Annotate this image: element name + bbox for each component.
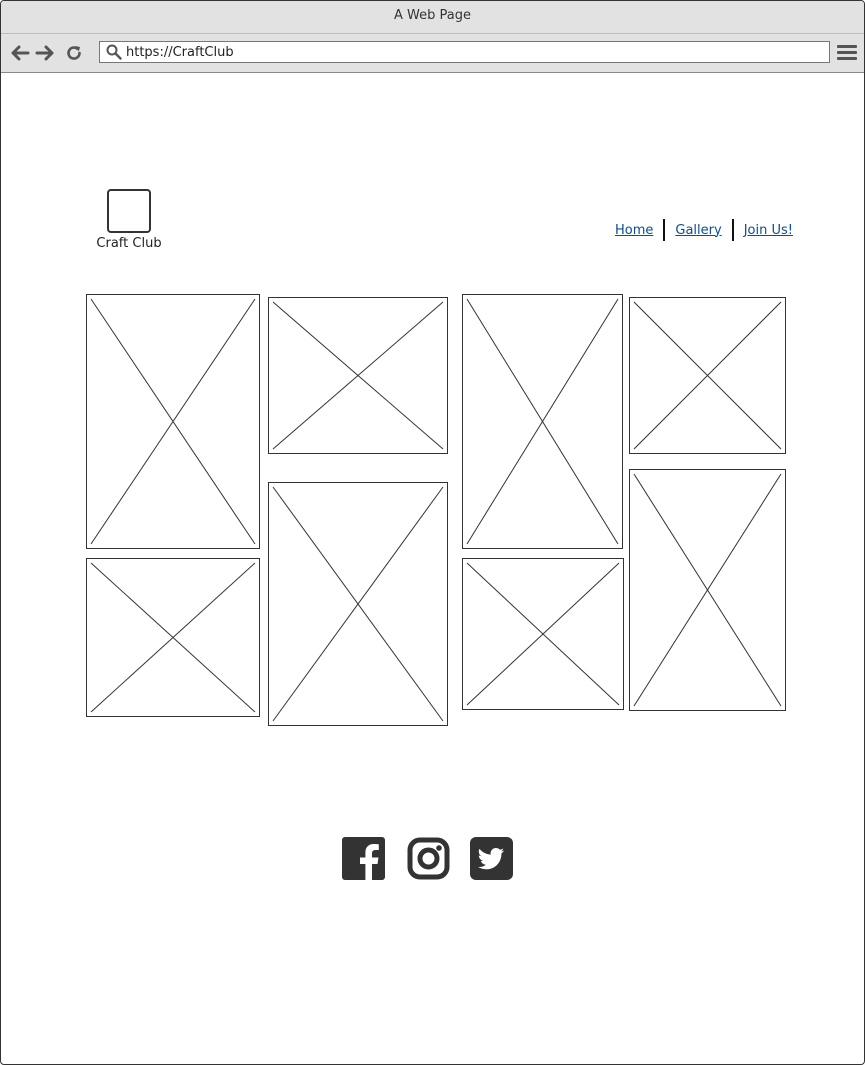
nav-home-link[interactable]: Home (613, 223, 655, 238)
gallery-image[interactable] (268, 482, 448, 726)
gallery-image[interactable] (629, 469, 786, 711)
back-button[interactable] (9, 43, 31, 63)
browser-toolbar: https://CraftClub (1, 34, 864, 73)
reload-icon (67, 46, 81, 60)
logo-placeholder[interactable] (107, 189, 151, 233)
nav-gallery-link[interactable]: Gallery (673, 223, 723, 238)
reload-button[interactable] (63, 43, 85, 63)
facebook-icon[interactable] (342, 837, 385, 880)
nav-divider (663, 219, 666, 241)
brand-name: Craft Club (96, 236, 162, 251)
nav-join-link[interactable]: Join Us! (742, 223, 795, 238)
main-nav: Home Gallery Join Us! (613, 219, 795, 241)
gallery-image[interactable] (462, 294, 623, 549)
menu-icon[interactable] (837, 45, 857, 63)
gallery-image[interactable] (86, 558, 260, 717)
arrow-right-icon (35, 45, 54, 61)
gallery-image[interactable] (86, 294, 260, 549)
gallery-image[interactable] (462, 558, 624, 710)
arrow-left-icon (11, 45, 30, 61)
url-text: https://CraftClub (126, 45, 234, 60)
address-bar[interactable]: https://CraftClub (99, 41, 830, 63)
search-icon (106, 44, 122, 60)
twitter-icon[interactable] (470, 837, 513, 880)
gallery-image[interactable] (268, 297, 448, 454)
instagram-icon[interactable] (407, 837, 450, 880)
gallery-image[interactable] (629, 297, 786, 454)
nav-divider (731, 219, 734, 241)
forward-button[interactable] (34, 43, 56, 63)
window-title: A Web Page (1, 1, 864, 34)
browser-window: A Web Page https://CraftClub Craft Club … (0, 0, 865, 1065)
